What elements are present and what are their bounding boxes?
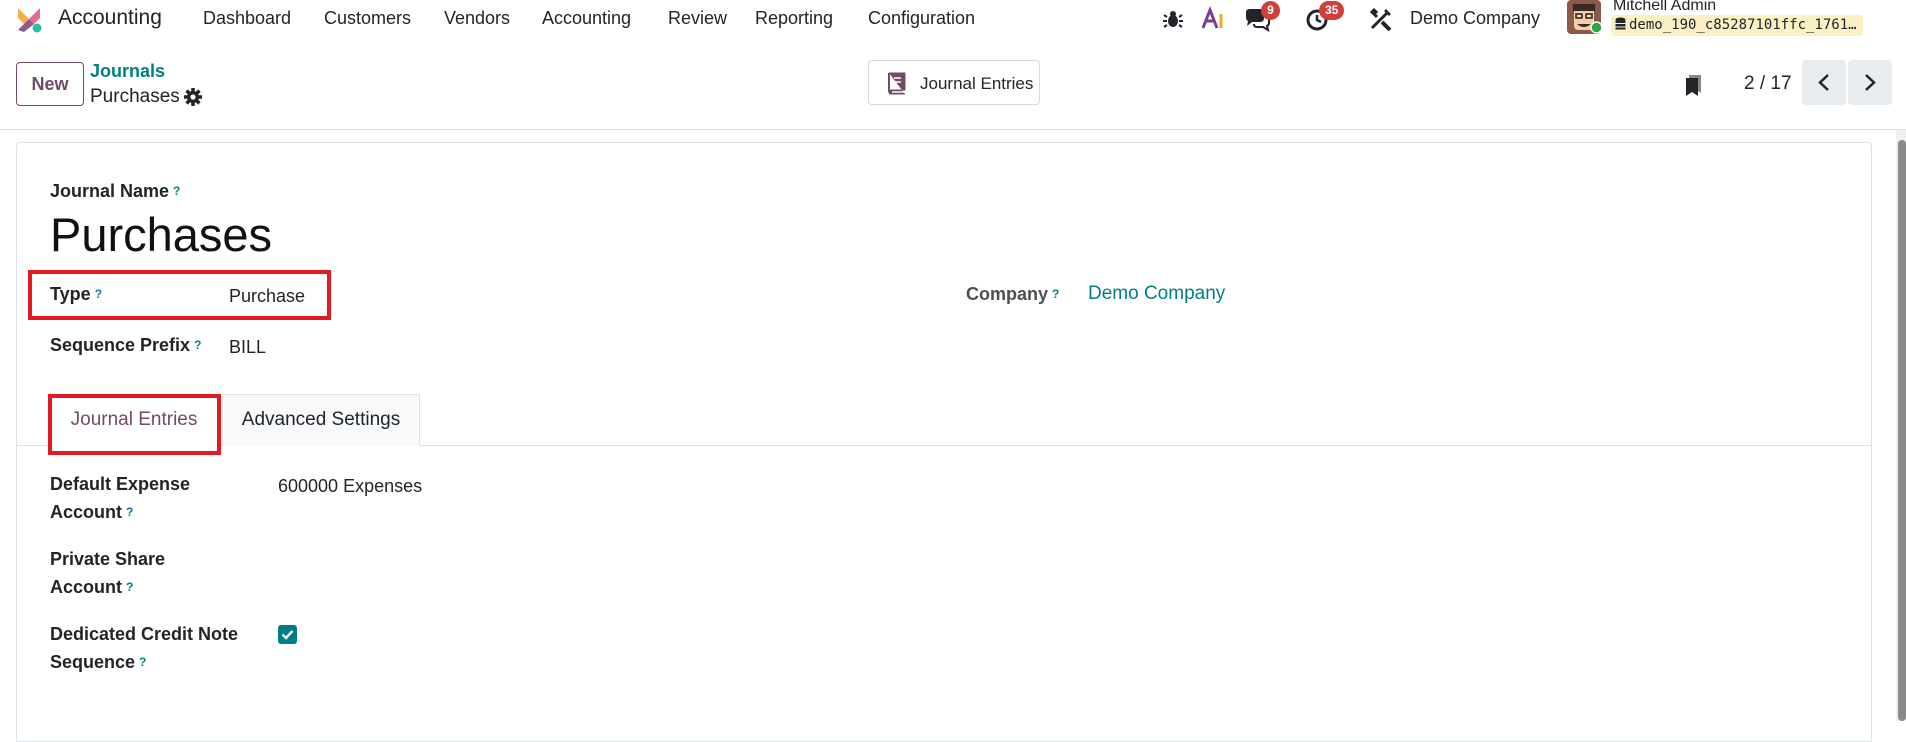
company-switcher[interactable]: Demo Company xyxy=(1410,8,1540,29)
chevron-right-icon xyxy=(1865,74,1876,91)
menu-vendors[interactable]: Vendors xyxy=(444,8,510,29)
gear-icon[interactable] xyxy=(183,87,203,107)
private-share-account-field[interactable] xyxy=(278,552,678,578)
dedicated-credit-note-checkbox[interactable] xyxy=(278,625,297,644)
menu-dashboard[interactable]: Dashboard xyxy=(203,8,291,29)
private-share-account-label: Private Share Account? xyxy=(50,549,166,597)
menu-reporting[interactable]: Reporting xyxy=(755,8,833,29)
tab-advanced-settings[interactable]: Advanced Settings xyxy=(222,394,420,446)
top-navbar: Accounting Dashboard Customers Vendors A… xyxy=(0,0,1906,38)
help-tooltip-icon[interactable]: ? xyxy=(126,505,133,519)
bookmark-icon[interactable] xyxy=(1685,73,1703,97)
checkmark-icon xyxy=(281,630,294,640)
bug-icon[interactable] xyxy=(1160,6,1186,32)
type-select[interactable]: Purchase xyxy=(229,286,305,307)
menu-accounting[interactable]: Accounting xyxy=(542,8,631,29)
app-name[interactable]: Accounting xyxy=(58,6,162,30)
help-tooltip-icon[interactable]: ? xyxy=(139,655,146,669)
journal-name-input[interactable]: Purchases xyxy=(50,207,272,262)
smart-button-label: Journal Entries xyxy=(920,74,1034,93)
online-status-icon xyxy=(1590,21,1603,34)
menu-configuration[interactable]: Configuration xyxy=(868,8,975,29)
database-name: demo_190_c85287101ffc_1761… xyxy=(1629,17,1857,33)
scrollbar-thumb[interactable] xyxy=(1898,140,1906,721)
journal-entries-smart-button[interactable]: Journal Entries xyxy=(868,60,1040,105)
database-badge: demo_190_c85287101ffc_1761… xyxy=(1611,15,1863,36)
book-icon xyxy=(888,72,906,95)
pager-next-button[interactable] xyxy=(1848,60,1892,105)
type-label: Type? xyxy=(50,284,103,304)
pager-value[interactable]: 2 / 17 xyxy=(1744,73,1792,95)
breadcrumb-journals[interactable]: Journals xyxy=(90,61,165,82)
sequence-prefix-label: Sequence Prefix? xyxy=(50,335,202,355)
messages-badge: 9 xyxy=(1261,1,1280,20)
dedicated-credit-note-label: Dedicated Credit Note Sequence? xyxy=(50,624,239,672)
user-name[interactable]: Mitchell Admin xyxy=(1613,0,1716,15)
breadcrumb-current: Purchases xyxy=(90,86,180,107)
help-tooltip-icon[interactable]: ? xyxy=(126,580,133,594)
menu-review[interactable]: Review xyxy=(668,8,727,29)
help-tooltip-icon[interactable]: ? xyxy=(173,184,180,198)
sequence-prefix-input[interactable]: BILL xyxy=(229,337,266,358)
company-label: Company? xyxy=(966,284,1060,304)
new-button[interactable]: New xyxy=(16,62,84,106)
pager-previous-button[interactable] xyxy=(1802,60,1846,105)
help-tooltip-icon[interactable]: ? xyxy=(194,338,201,352)
database-icon xyxy=(1615,17,1626,30)
help-tooltip-icon[interactable]: ? xyxy=(1052,287,1059,301)
tools-icon[interactable] xyxy=(1368,6,1394,32)
chevron-left-icon xyxy=(1818,74,1829,91)
control-panel-divider xyxy=(0,129,1906,130)
activities-badge: 35 xyxy=(1319,1,1345,20)
default-expense-account-field[interactable]: 600000 Expenses xyxy=(278,476,422,497)
accounting-app-icon[interactable] xyxy=(14,4,44,34)
help-tooltip-icon[interactable]: ? xyxy=(95,287,102,301)
menu-customers[interactable]: Customers xyxy=(324,8,411,29)
default-expense-account-label: Default Expense Account? xyxy=(50,474,191,522)
company-field[interactable]: Demo Company xyxy=(1088,283,1225,305)
ai-icon[interactable] xyxy=(1200,6,1226,32)
journal-name-label: Journal Name? xyxy=(50,181,181,201)
tab-highlight-box xyxy=(48,394,221,455)
